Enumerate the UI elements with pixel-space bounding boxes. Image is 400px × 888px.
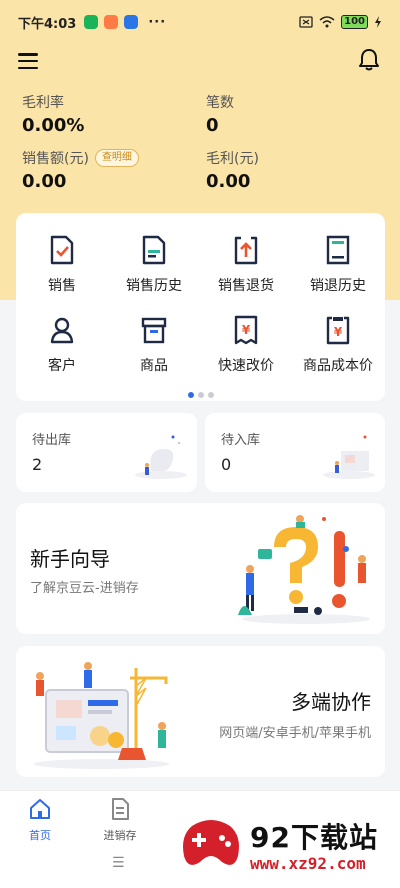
app-notification-icon xyxy=(84,15,99,29)
menu-item-sales-history[interactable]: 销售历史 xyxy=(108,235,200,295)
menu-item-label: 销退历史 xyxy=(310,278,366,294)
inbound-illustration xyxy=(323,435,375,479)
svg-text:¥: ¥ xyxy=(242,323,251,337)
outbound-card[interactable]: 待出库 2 xyxy=(16,413,197,492)
menu-item-product[interactable]: 商品 xyxy=(108,315,200,375)
menu-item-label: 销售退货 xyxy=(218,278,274,294)
menu-item-cost-price[interactable]: ¥ 商品成本价 xyxy=(292,315,384,375)
sales-amount-value: 0.00 xyxy=(22,171,67,192)
tab-inventory[interactable]: 进销存 xyxy=(90,797,150,843)
menu-item-return-history[interactable]: 销退历史 xyxy=(292,235,384,295)
count-value: 0 xyxy=(206,115,219,136)
beginner-guide-card[interactable]: 新手向导 了解京豆云-进销存 xyxy=(16,503,385,634)
app-notification-icon xyxy=(104,15,119,29)
inbound-value: 0 xyxy=(221,455,232,474)
sales-doc-icon xyxy=(50,235,74,265)
inbound-title: 待入库 xyxy=(221,433,261,448)
outbound-title: 待出库 xyxy=(32,433,72,448)
multi-platform-card[interactable]: 多端协作 网页端/安卓手机/苹果手机 xyxy=(16,646,385,777)
tab-home[interactable]: 首页 xyxy=(10,797,70,843)
nav-menu-icon[interactable]: ☰ xyxy=(112,855,125,871)
gross-rate-value: 0.00% xyxy=(22,115,85,136)
quick-price-icon: ¥ xyxy=(234,315,258,345)
menu-item-quick-price[interactable]: ¥ 快速改价 xyxy=(200,315,292,375)
guide-subtitle: 了解京豆云-进销存 xyxy=(30,581,139,596)
wifi-icon xyxy=(319,16,335,28)
app-notification-icon xyxy=(124,15,139,29)
status-bar: 下午4:03 ··· 100 xyxy=(0,0,400,44)
multi-subtitle: 网页端/安卓手机/苹果手机 xyxy=(219,726,371,741)
site-watermark: 92下载站 www.xz92.com xyxy=(178,808,388,878)
product-box-icon xyxy=(141,317,167,344)
more-notifications-icon: ··· xyxy=(148,14,167,30)
menu-item-customer[interactable]: 客户 xyxy=(16,315,108,375)
guide-illustration xyxy=(238,515,370,624)
sales-amount-label-row: 销售额(元) 查明细 xyxy=(22,148,192,168)
outbound-value: 2 xyxy=(32,455,43,474)
sim-icon xyxy=(299,16,313,28)
guide-title: 新手向导 xyxy=(30,547,110,571)
charging-icon xyxy=(375,16,381,28)
bell-icon[interactable] xyxy=(358,48,380,72)
menu-item-label: 商品 xyxy=(140,358,168,374)
tab-inventory-label: 进销存 xyxy=(103,829,137,842)
gamepad-logo-icon xyxy=(183,820,239,865)
tab-home-label: 首页 xyxy=(29,829,51,842)
cost-price-icon: ¥ xyxy=(326,316,350,345)
gross-profit-value: 0.00 xyxy=(206,171,251,192)
page-dot[interactable] xyxy=(187,392,194,398)
menu-item-sales-return[interactable]: 销售退货 xyxy=(200,235,292,295)
multi-platform-illustration xyxy=(33,662,169,769)
inbound-card[interactable]: 待入库 0 xyxy=(205,413,385,492)
status-time: 下午4:03 xyxy=(18,16,77,32)
outbound-illustration xyxy=(135,435,187,479)
quick-menu-card: 销售 销售历史 销售退货 销退历史 客户 商品 ¥ 快速改价 ¥ 商品成本价 xyxy=(16,213,385,401)
menu-item-label: 销售历史 xyxy=(126,278,182,294)
sales-history-icon xyxy=(142,235,166,265)
sales-return-icon xyxy=(234,236,258,265)
page-indicator xyxy=(16,383,385,402)
battery-icon: 100 xyxy=(341,15,368,29)
gross-rate-label: 毛利率 xyxy=(22,95,64,111)
sales-amount-stat: 销售额(元) 查明细 0.00 xyxy=(22,148,192,192)
gross-profit-stat: 毛利(元) 0.00 xyxy=(206,148,376,192)
watermark-title: 92下载站 xyxy=(250,821,378,854)
menu-item-label: 商品成本价 xyxy=(303,358,373,374)
customer-icon xyxy=(50,317,74,344)
document-icon xyxy=(112,798,129,820)
svg-text:¥: ¥ xyxy=(334,325,343,339)
sales-amount-label: 销售额(元) xyxy=(22,151,89,167)
status-indicators: 100 xyxy=(299,15,382,29)
watermark-url: www.xz92.com xyxy=(250,854,366,873)
menu-item-label: 客户 xyxy=(48,358,76,374)
menu-icon[interactable] xyxy=(18,53,38,69)
menu-item-sales[interactable]: 销售 xyxy=(16,235,108,295)
gross-profit-label: 毛利(元) xyxy=(206,151,259,167)
home-icon xyxy=(30,799,50,819)
page-dot[interactable] xyxy=(207,392,214,398)
multi-title: 多端协作 xyxy=(291,690,371,714)
return-history-icon xyxy=(326,235,350,265)
page-dot[interactable] xyxy=(197,392,204,398)
app-header xyxy=(0,44,400,80)
view-details-button[interactable]: 查明细 xyxy=(94,149,139,167)
count-label: 笔数 xyxy=(206,95,234,111)
count-stat: 笔数 0 xyxy=(206,92,376,136)
menu-item-label: 快速改价 xyxy=(218,358,274,374)
gross-rate-stat: 毛利率 0.00% xyxy=(22,92,192,136)
menu-item-label: 销售 xyxy=(48,278,76,294)
